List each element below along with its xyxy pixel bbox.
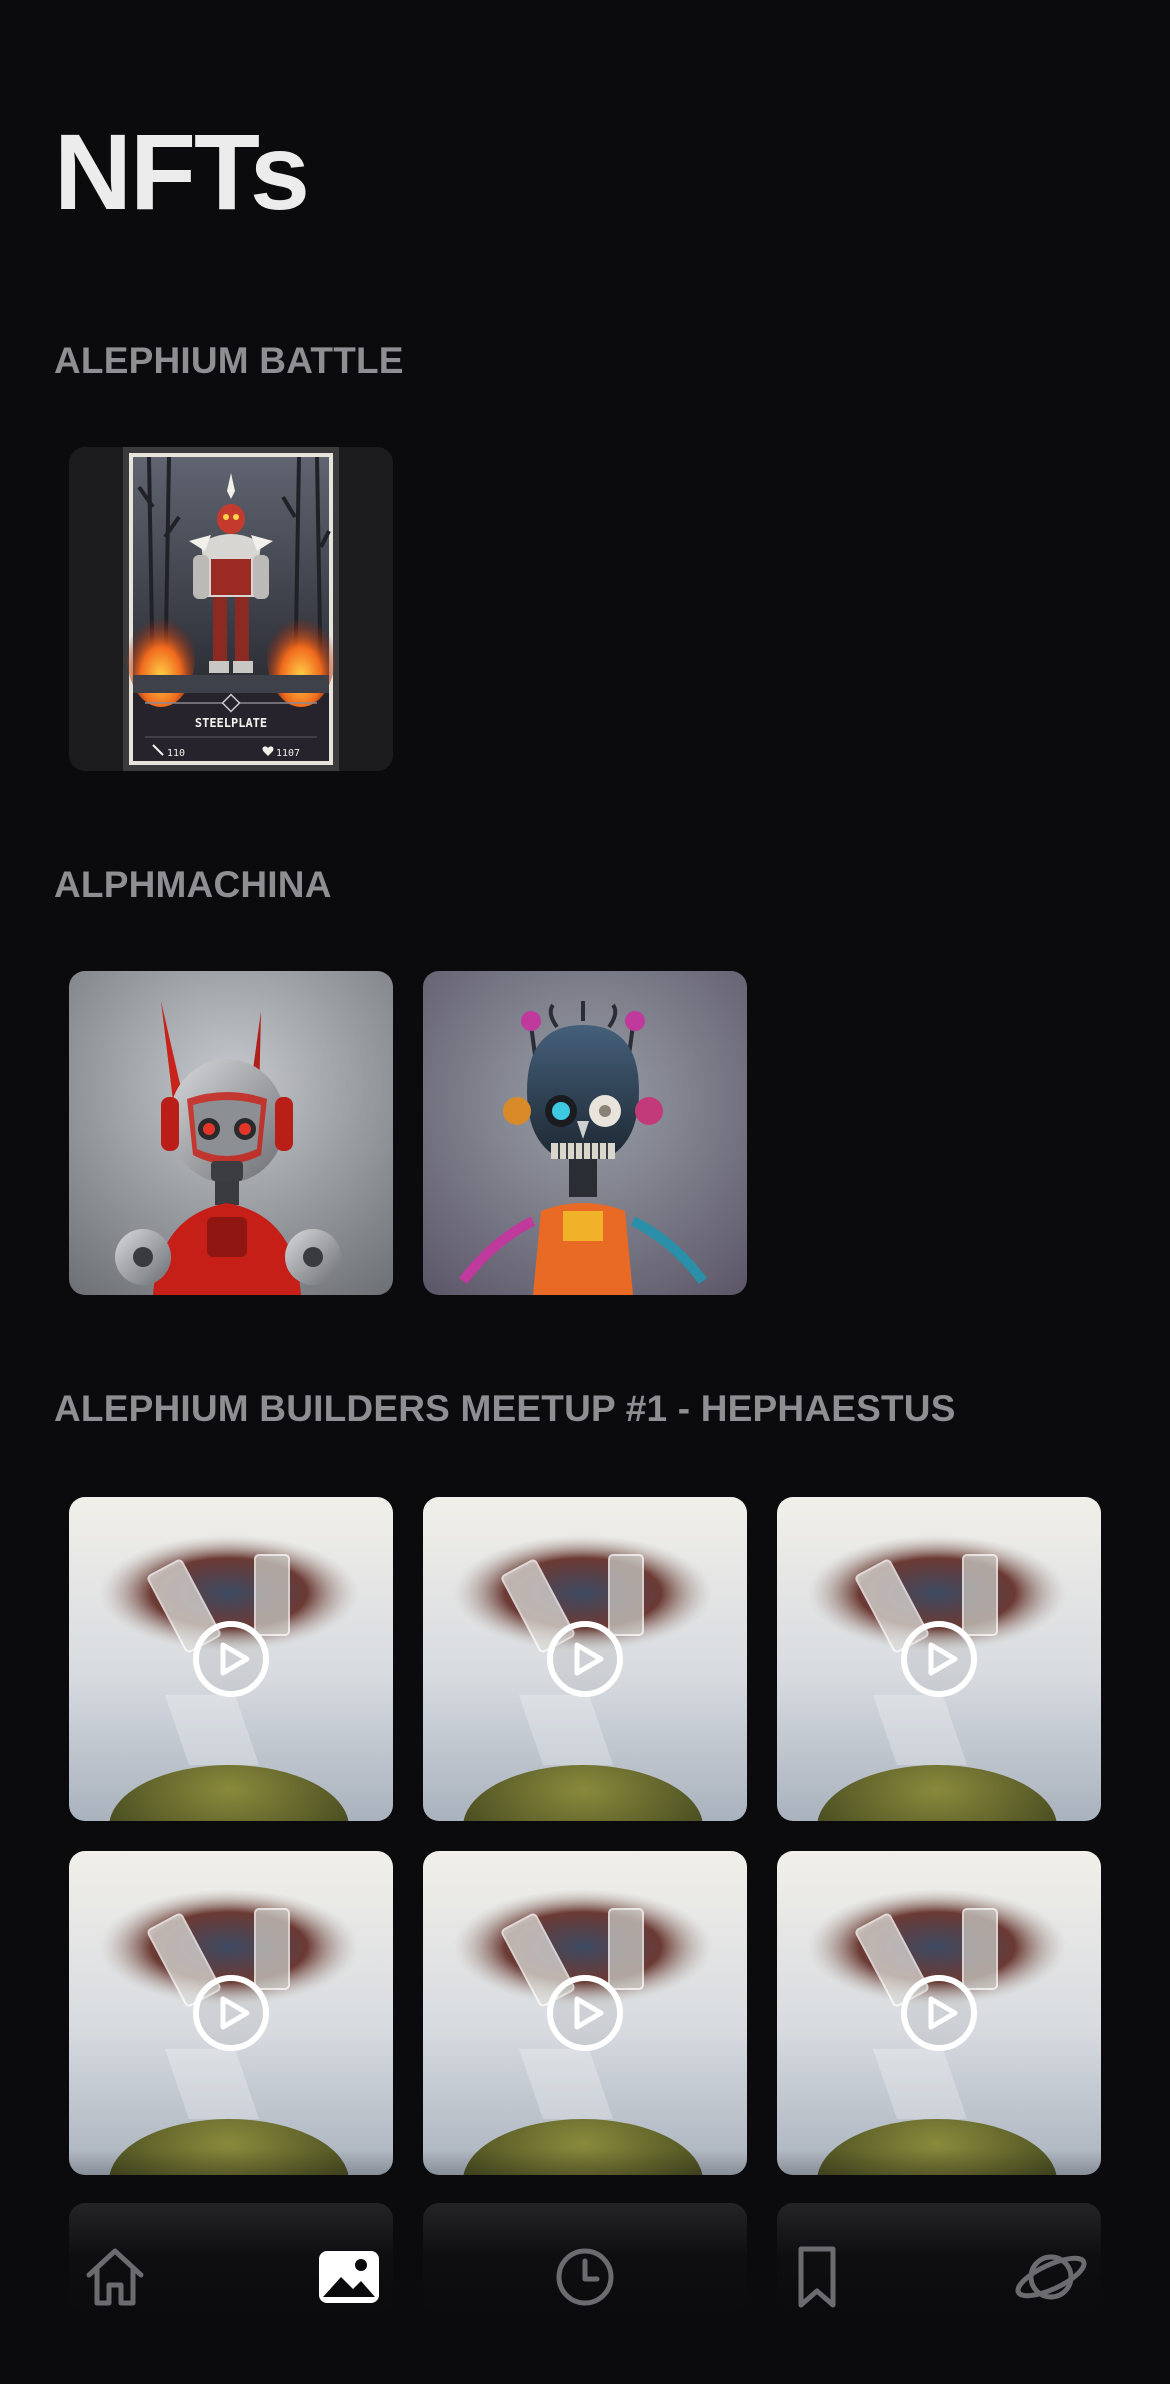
tab-gallery[interactable]: [294, 2222, 404, 2332]
nft-video-tile[interactable]: [423, 1851, 747, 2175]
nft-video-tile[interactable]: [69, 1851, 393, 2175]
play-icon: [193, 1975, 269, 2051]
play-icon: [547, 1975, 623, 2051]
nft-video-tile[interactable]: [777, 1851, 1101, 2175]
tab-home[interactable]: [60, 2222, 170, 2332]
gallery-icon: [319, 2251, 379, 2303]
tab-bookmarks[interactable]: [762, 2222, 872, 2332]
play-icon: [901, 1621, 977, 1697]
bottom-tab-bar: [0, 2222, 1170, 2332]
home-icon: [86, 2248, 144, 2306]
tab-history[interactable]: [530, 2222, 640, 2332]
planet-icon: [1015, 2254, 1087, 2300]
nft-tile-skull-robot[interactable]: [423, 971, 747, 1295]
nft-tile-red-robot[interactable]: [69, 971, 393, 1295]
play-icon: [193, 1621, 269, 1697]
nft-video-tile[interactable]: [423, 1497, 747, 1821]
tab-explore[interactable]: [996, 2222, 1106, 2332]
bookmark-icon: [798, 2246, 836, 2308]
play-icon: [901, 1975, 977, 2051]
nft-gallery-screen: NFTs ALEPHIUM BATTLE STEELPLATE 110 1107…: [0, 0, 1170, 2384]
nft-video-tile[interactable]: [777, 1497, 1101, 1821]
nft-card-steelplate[interactable]: STEELPLATE 110 1107: [69, 447, 393, 771]
card-health-stat: 1107: [276, 748, 300, 759]
play-icon: [547, 1621, 623, 1697]
section-title-alphmachina: ALPHMACHINA: [54, 864, 332, 905]
card-name: STEELPLATE: [195, 716, 267, 730]
page-title: NFTs: [54, 111, 310, 232]
section-title-alephium-battle: ALEPHIUM BATTLE: [54, 340, 404, 381]
section-title-hephaestus: ALEPHIUM BUILDERS MEETUP #1 - HEPHAESTUS: [54, 1388, 956, 1429]
nft-video-tile[interactable]: [69, 1497, 393, 1821]
clock-icon: [556, 2248, 614, 2306]
card-attack-stat: 110: [167, 748, 185, 759]
